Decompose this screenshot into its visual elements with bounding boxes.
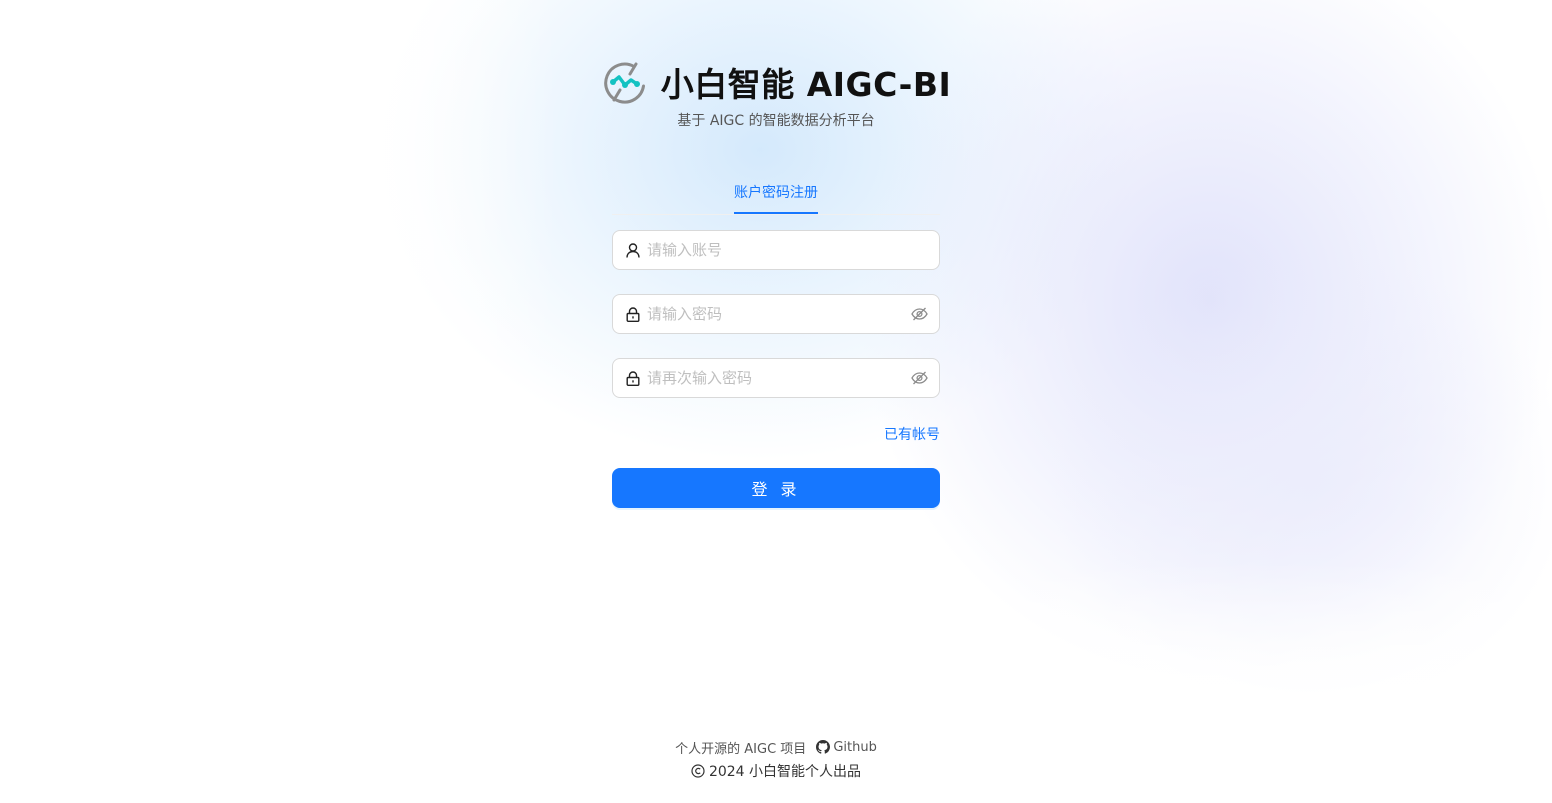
tab-account-register[interactable]: 账户密码注册 (734, 172, 818, 214)
login-tabs: 账户密码注册 (612, 172, 940, 215)
title-row: 小白智能 AIGC-BI (603, 54, 951, 110)
eye-invisible-icon[interactable] (910, 369, 928, 387)
lock-icon (625, 370, 641, 386)
app-subtitle: 基于 AIGC 的智能数据分析平台 (677, 113, 875, 129)
background-gradient (1050, 250, 1552, 710)
app-title: 小白智能 AIGC-BI (660, 65, 952, 104)
lock-icon (625, 306, 641, 322)
background-fade (0, 0, 560, 803)
confirm-password-field (612, 358, 940, 398)
copyright-icon (691, 764, 705, 778)
github-icon (816, 740, 831, 754)
eye-invisible-icon[interactable] (910, 305, 928, 323)
login-button[interactable]: 登 录 (612, 468, 940, 508)
page-footer: 个人开源的 AIGC 项目 Github 2024 小白智能个人出品 (0, 738, 1552, 781)
account-field (612, 230, 940, 270)
has-account-link[interactable]: 已有帐号 (884, 427, 940, 443)
footer-copyright-line: 2024 小白智能个人出品 (0, 762, 1552, 780)
github-label: Github (833, 739, 877, 755)
link-row: 已有帐号 (612, 424, 940, 444)
footer-project-line: 个人开源的 AIGC 项目 Github (0, 738, 1552, 757)
copyright-text: 2024 小白智能个人出品 (708, 764, 862, 780)
confirm-password-input[interactable] (647, 360, 904, 396)
login-page: 小白智能 AIGC-BI 基于 AIGC 的智能数据分析平台 账户密码注册 请输… (0, 0, 1552, 803)
background-gradient (860, 0, 1552, 680)
page-header: 小白智能 AIGC-BI 基于 AIGC 的智能数据分析平台 (603, 54, 951, 130)
password-input[interactable] (647, 296, 904, 332)
user-icon (625, 242, 641, 258)
app-logo-icon (601, 58, 649, 106)
password-field (612, 294, 940, 334)
footer-project-text: 个人开源的 AIGC 项目 (675, 741, 807, 757)
account-input[interactable] (647, 232, 939, 268)
github-link[interactable]: Github (816, 740, 877, 755)
